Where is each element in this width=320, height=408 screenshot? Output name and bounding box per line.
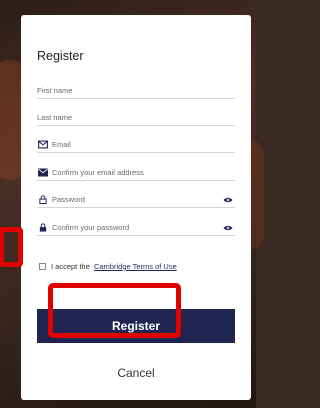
terms-link[interactable]: Cambridge Terms of Use	[94, 262, 177, 271]
last-name-placeholder: Last name	[37, 113, 73, 122]
checkbox-highlight-box	[0, 227, 23, 267]
terms-prefix: I accept the	[51, 262, 90, 271]
dialog-title: Register	[37, 49, 84, 63]
lock-outline-icon	[39, 195, 47, 204]
eye-icon[interactable]	[223, 224, 233, 232]
confirm-password-placeholder: Confirm your password	[52, 223, 130, 232]
register-dialog: Register First name Last name Email Conf…	[21, 15, 251, 400]
eye-icon[interactable]	[223, 196, 233, 204]
terms-label: I accept the Cambridge Terms of Use	[51, 262, 177, 271]
email-field[interactable]: Email	[37, 135, 235, 153]
terms-checkbox[interactable]	[39, 263, 46, 270]
confirm-email-field[interactable]: Confirm your email address	[37, 163, 235, 181]
password-field[interactable]: Password	[37, 190, 235, 208]
email-placeholder: Email	[52, 140, 71, 149]
confirm-email-placeholder: Confirm your email address	[52, 168, 144, 177]
last-name-field[interactable]: Last name	[37, 108, 235, 126]
cancel-button[interactable]: Cancel	[21, 366, 251, 380]
envelope-filled-icon	[38, 168, 48, 177]
lock-filled-icon	[39, 223, 47, 232]
first-name-field[interactable]: First name	[37, 81, 235, 99]
register-highlight-box	[48, 283, 181, 338]
password-placeholder: Password	[52, 195, 85, 204]
first-name-placeholder: First name	[37, 86, 73, 95]
confirm-password-field[interactable]: Confirm your password	[37, 218, 235, 236]
envelope-outline-icon	[38, 140, 48, 149]
terms-row: I accept the Cambridge Terms of Use	[35, 261, 235, 275]
